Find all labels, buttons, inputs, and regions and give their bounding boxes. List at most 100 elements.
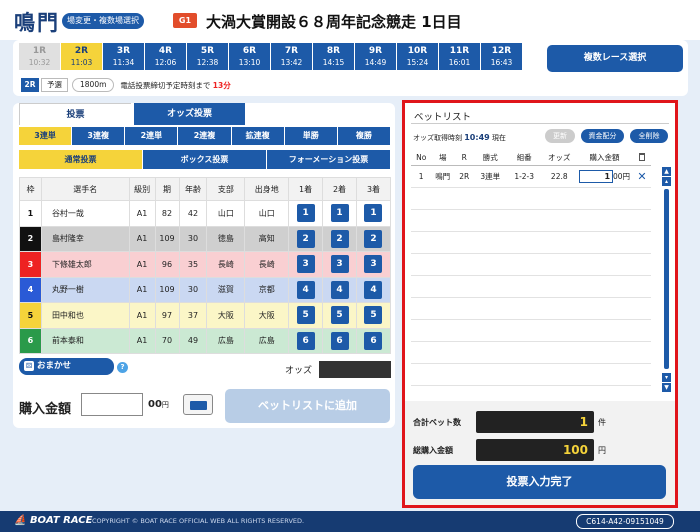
place-2-select-button[interactable]: 5 xyxy=(330,306,349,325)
place-1-select-button[interactable]: 4 xyxy=(296,280,315,299)
scroll-down-icon[interactable]: ▾ xyxy=(662,373,671,382)
racer-home: 長崎 xyxy=(244,251,290,278)
place-1-select-button[interactable]: 6 xyxy=(296,331,315,350)
race-tab-11[interactable]: 11R 16:01 xyxy=(439,43,481,70)
tab-vote[interactable]: 投票 xyxy=(19,103,131,125)
empty-cell xyxy=(431,319,455,342)
delete-all-button[interactable]: 全削除 xyxy=(630,129,668,143)
racer-row: 2 島村隆幸 A1 109 30 徳島 高知 2 2 2 xyxy=(19,225,392,252)
bet-type-tab-2[interactable]: 3連複 xyxy=(72,127,126,145)
scroll-top-icon[interactable]: ▲ xyxy=(662,167,671,176)
place-1-select-button[interactable]: 1 xyxy=(296,204,315,223)
place-3-select-button[interactable]: 1 xyxy=(364,204,383,223)
grade-badge: G1 xyxy=(173,13,197,28)
place-2-select-button[interactable]: 2 xyxy=(330,229,349,248)
racer-age: 49 xyxy=(178,327,208,354)
place-cell: 1 xyxy=(355,200,392,227)
racer-term: 109 xyxy=(154,225,180,252)
bet-amount-input[interactable]: 1 xyxy=(579,169,614,183)
bet-type-tab-3[interactable]: 2連単 xyxy=(125,127,179,145)
empty-cell xyxy=(411,231,432,254)
racer-col-header: 2着 xyxy=(322,177,357,201)
empty-cell xyxy=(454,297,475,320)
vote-mode-tab-2[interactable]: ボックス投票 xyxy=(143,150,267,169)
race-tab-6[interactable]: 6R 13:10 xyxy=(229,43,271,70)
empty-cell xyxy=(411,319,432,342)
place-2-select-button[interactable]: 3 xyxy=(330,255,349,274)
purchase-amount-input[interactable] xyxy=(81,393,143,416)
place-3-select-button[interactable]: 3 xyxy=(364,255,383,274)
empty-cell xyxy=(576,341,633,364)
race-tab-number: 10R xyxy=(407,46,428,56)
racer-row: 5 田中和也 A1 97 37 大阪 大阪 5 5 5 xyxy=(19,302,392,329)
omakase-button[interactable]: ⚄ おまかせ xyxy=(19,358,114,375)
bet-type-tab-1[interactable]: 3連単 xyxy=(19,127,73,145)
add-to-betlist-button[interactable]: ベットリストに追加 xyxy=(225,389,390,423)
place-1-select-button[interactable]: 5 xyxy=(296,306,315,325)
place-3-select-button[interactable]: 2 xyxy=(364,229,383,248)
race-tab-3[interactable]: 3R 11:34 xyxy=(103,43,145,70)
place-1-select-button[interactable]: 3 xyxy=(296,255,315,274)
race-tab-number: 9R xyxy=(368,46,383,56)
place-cell: 6 xyxy=(322,327,357,354)
scroll-thumb[interactable] xyxy=(664,189,669,369)
empty-cell xyxy=(506,253,543,276)
race-tab-7[interactable]: 7R 13:42 xyxy=(271,43,313,70)
total-bets-unit: 件 xyxy=(598,418,606,427)
vote-complete-button[interactable]: 投票入力完了 xyxy=(413,465,666,499)
scroll-bottom-icon[interactable]: ▼ xyxy=(662,383,671,392)
bet-type-tab-4[interactable]: 2連複 xyxy=(178,127,232,145)
race-number-badge: 2R xyxy=(21,78,39,92)
betlist-col-header: 購入金額 xyxy=(576,151,633,166)
place-2-select-button[interactable]: 4 xyxy=(330,280,349,299)
race-tab-12[interactable]: 12R 16:43 xyxy=(481,43,523,70)
venue-change-button[interactable]: 場変更・複数場選択 xyxy=(62,13,144,29)
keyboard-icon[interactable] xyxy=(183,394,213,415)
empty-cell xyxy=(542,297,577,320)
scroll-up-icon[interactable]: ▴ xyxy=(662,177,671,186)
racer-frame: 4 xyxy=(19,276,42,303)
place-3-select-button[interactable]: 5 xyxy=(364,306,383,325)
place-3-select-button[interactable]: 6 xyxy=(364,331,383,350)
place-2-select-button[interactable]: 6 xyxy=(330,331,349,350)
bet-type-tab-7[interactable]: 複勝 xyxy=(337,127,391,145)
race-tab-1[interactable]: 1R 10:32 xyxy=(19,43,61,70)
place-3-select-button[interactable]: 4 xyxy=(364,280,383,299)
vote-mode-tab-3[interactable]: フォーメーション投票 xyxy=(267,150,391,169)
stage-badge: 予選 xyxy=(41,78,68,92)
vote-mode-tab-1[interactable]: 通常投票 xyxy=(19,150,143,169)
place-cell: 1 xyxy=(322,200,357,227)
race-tab-10[interactable]: 10R 15:24 xyxy=(397,43,439,70)
bet-type-tab-6[interactable]: 単勝 xyxy=(284,127,338,145)
betlist-col-header: No xyxy=(411,151,432,166)
race-title: 大渦大賞開設６８周年記念競走 1日目 xyxy=(206,13,462,31)
tab-odds-vote[interactable]: オッズ投票 xyxy=(134,103,245,125)
bet-type: 3連単 xyxy=(474,165,507,188)
betlist-scrollbar[interactable]: ▲ ▴ ▾ ▼ xyxy=(662,167,671,393)
race-tab-2[interactable]: 2R 11:03 xyxy=(61,43,103,70)
race-tab-number: 2R xyxy=(74,46,89,56)
racer-frame: 5 xyxy=(19,302,42,329)
page-header: 鳴門 場変更・複数場選択 G1 大渦大賞開設６８周年記念競走 1日目 xyxy=(0,0,700,40)
empty-cell xyxy=(576,319,633,342)
help-icon[interactable]: ? xyxy=(117,362,128,373)
racer-name: 前本泰和 xyxy=(40,327,130,354)
fund-allocation-button[interactable]: 資金配分 xyxy=(581,129,624,143)
multi-race-button[interactable]: 複数レース選択 xyxy=(547,45,683,72)
race-tab-9[interactable]: 9R 14:49 xyxy=(355,43,397,70)
empty-cell xyxy=(506,209,543,232)
bet-amount-unit: 00円 xyxy=(613,171,631,181)
update-button[interactable]: 更新 xyxy=(545,129,575,143)
place-1-select-button[interactable]: 2 xyxy=(296,229,315,248)
race-tab-8[interactable]: 8R 14:15 xyxy=(313,43,355,70)
race-tab-4[interactable]: 4R 12:06 xyxy=(145,43,187,70)
race-tab-5[interactable]: 5R 12:38 xyxy=(187,43,229,70)
total-amount-unit: 円 xyxy=(598,446,606,455)
racer-age: 35 xyxy=(178,251,208,278)
empty-cell xyxy=(411,297,432,320)
race-tab-time: 16:01 xyxy=(448,58,471,67)
place-2-select-button[interactable]: 1 xyxy=(330,204,349,223)
race-info: 2R 予選 1800m 電話投票締切予定時刻まで 13分 xyxy=(21,78,231,92)
bet-type-tab-5[interactable]: 拡連複 xyxy=(231,127,285,145)
delete-bet-icon[interactable]: ✕ xyxy=(637,170,646,183)
